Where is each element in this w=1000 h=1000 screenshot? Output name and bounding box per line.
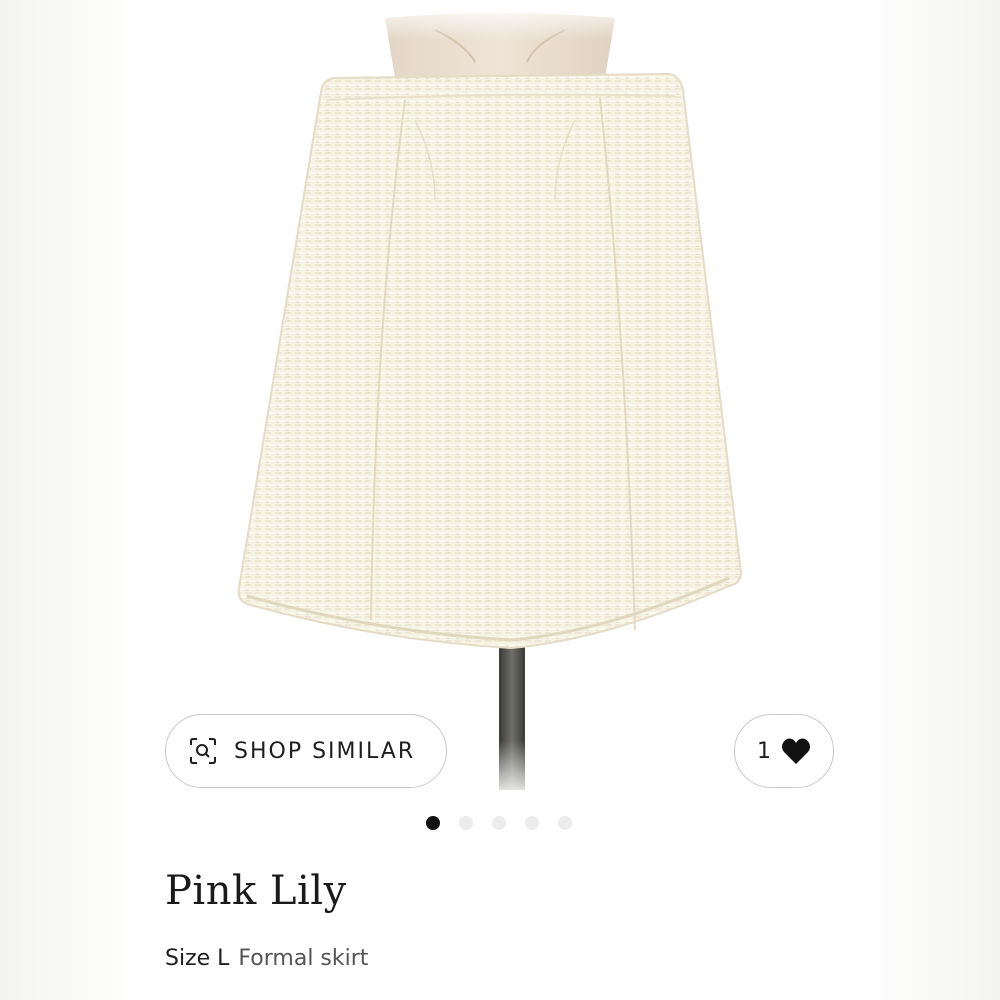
shop-similar-button[interactable]: SHOP SIMILAR (165, 714, 447, 788)
carousel-dot-4[interactable] (525, 816, 539, 830)
carousel-indicator (426, 816, 572, 830)
carousel-dot-1[interactable] (426, 816, 440, 830)
size-label: Size L (165, 946, 230, 971)
product-page: SHOP SIMILAR 1 Pink Lily Size L Formal s… (0, 0, 1000, 1000)
category-label: Formal skirt (238, 946, 369, 971)
shop-similar-label: SHOP SIMILAR (234, 738, 416, 764)
carousel-dot-2[interactable] (459, 816, 473, 830)
heart-icon (781, 737, 811, 765)
like-button[interactable]: 1 (734, 714, 834, 788)
skirt-photo (237, 0, 743, 800)
brand-name[interactable]: Pink Lily (165, 868, 347, 914)
like-count: 1 (757, 738, 771, 764)
left-margin (0, 0, 140, 1000)
carousel-dot-5[interactable] (558, 816, 572, 830)
product-meta: Size L Formal skirt (165, 946, 368, 971)
carousel-dot-3[interactable] (492, 816, 506, 830)
right-margin (860, 0, 1000, 1000)
product-image[interactable] (135, 0, 865, 800)
visual-search-icon (188, 736, 218, 766)
